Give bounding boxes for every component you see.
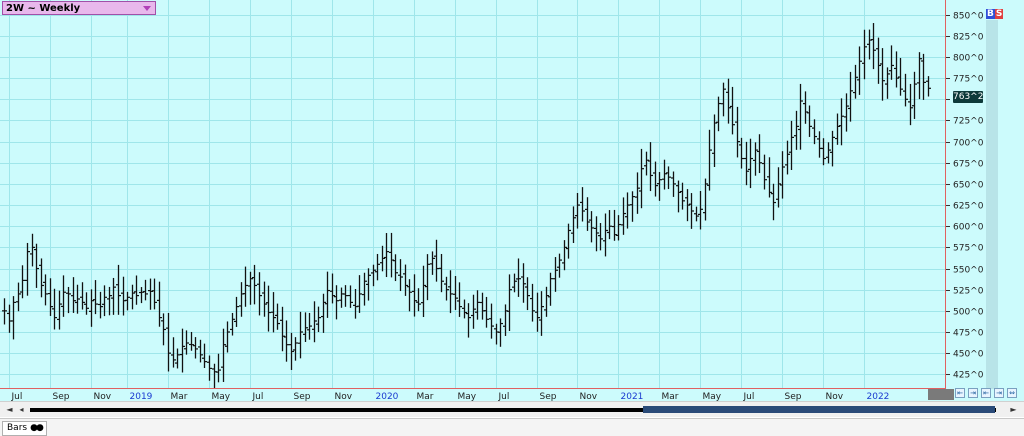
- y-tick-label: 475^0: [953, 329, 984, 339]
- x-tick-label: May: [703, 392, 722, 401]
- y-tick-label: 625^0: [953, 202, 984, 212]
- y-tick-label: 725^0: [953, 117, 984, 127]
- x-tick-label: Nov: [94, 392, 112, 401]
- time-axis-cursor: [928, 389, 954, 400]
- buy-sell-badge[interactable]: BS: [986, 9, 1004, 20]
- scroll-end-button[interactable]: ⇥: [994, 388, 1004, 398]
- y-tick-label: 775^0: [953, 75, 984, 85]
- y-tick-label: 450^0: [953, 350, 984, 360]
- y-tick-label: 600^0: [953, 223, 984, 233]
- x-tick-label: 2020: [376, 392, 399, 401]
- scroll-start-button[interactable]: ⇤: [981, 388, 991, 398]
- y-tick-label: 700^0: [953, 139, 984, 149]
- x-tick-label: 2022: [867, 392, 890, 401]
- scroll-step-icon[interactable]: ◂: [16, 405, 27, 415]
- x-tick-label: Mar: [171, 392, 188, 401]
- symbol-selector[interactable]: 2W ~ Weekly: [2, 1, 156, 15]
- x-tick-label: Jul: [11, 392, 23, 401]
- y-tick-label: 850^0: [953, 12, 984, 22]
- x-tick-label: Jul: [498, 392, 510, 401]
- x-tick-label: Sep: [785, 392, 802, 401]
- x-tick-label: Nov: [826, 392, 844, 401]
- horizontal-scrollbar[interactable]: ◄ ◂ ►: [0, 401, 1024, 417]
- x-tick-label: May: [212, 392, 231, 401]
- plot-background: [0, 0, 945, 389]
- buy-badge[interactable]: B: [986, 9, 995, 19]
- x-tick-label: 2021: [621, 392, 644, 401]
- bars-tab[interactable]: Bars ●●: [2, 421, 47, 436]
- y-tick-label: 650^0: [953, 181, 984, 191]
- status-bar: Bars ●●: [0, 418, 1024, 436]
- y-tick-label: 575^0: [953, 244, 984, 254]
- x-tick-label: Sep: [294, 392, 311, 401]
- scroll-thumb[interactable]: [643, 406, 995, 413]
- bars-dots-icon: ●●: [30, 423, 44, 433]
- scroll-left-icon[interactable]: ◄: [4, 405, 15, 415]
- y-tick-label: 500^0: [953, 308, 984, 318]
- y-tick-label: 800^0: [953, 54, 984, 64]
- zoom-out-button[interactable]: ⇤: [955, 388, 965, 398]
- x-tick-label: Mar: [417, 392, 434, 401]
- x-tick-label: Jul: [252, 392, 264, 401]
- scroll-right-icon[interactable]: ►: [1008, 405, 1019, 415]
- y-tick-label: 825^0: [953, 33, 984, 43]
- x-tick-label: Nov: [580, 392, 598, 401]
- x-tick-label: Nov: [335, 392, 353, 401]
- price-chart[interactable]: 425^0 450^0 475^0 500^0 525^0 550^0 575^0 600^0…: [0, 0, 1024, 401]
- x-tick-label: 2019: [130, 392, 153, 401]
- sell-badge[interactable]: S: [994, 9, 1004, 19]
- x-tick-label: Sep: [540, 392, 557, 401]
- x-tick-label: May: [458, 392, 477, 401]
- x-tick-label: Mar: [662, 392, 679, 401]
- y-tick-label: 425^0: [953, 371, 984, 381]
- dropdown-caret-icon[interactable]: [143, 6, 151, 11]
- chart-area[interactable]: 425^0 450^0 475^0 500^0 525^0 550^0 575^0 600^0…: [0, 0, 1024, 436]
- x-tick-label: Jul: [743, 392, 755, 401]
- y-tick-label: 550^0: [953, 266, 984, 276]
- last-price-tag: 763^2: [953, 91, 984, 103]
- fit-button[interactable]: ⇔: [1007, 388, 1017, 398]
- bars-tab-label: Bars: [7, 423, 28, 433]
- y-tick-label: 525^0: [953, 287, 984, 297]
- y-tick-label: 675^0: [953, 160, 984, 170]
- x-tick-label: Sep: [53, 392, 70, 401]
- zoom-in-button[interactable]: ⇥: [968, 388, 978, 398]
- right-panel-strip: [986, 20, 998, 389]
- symbol-label: 2W ~ Weekly: [6, 3, 81, 14]
